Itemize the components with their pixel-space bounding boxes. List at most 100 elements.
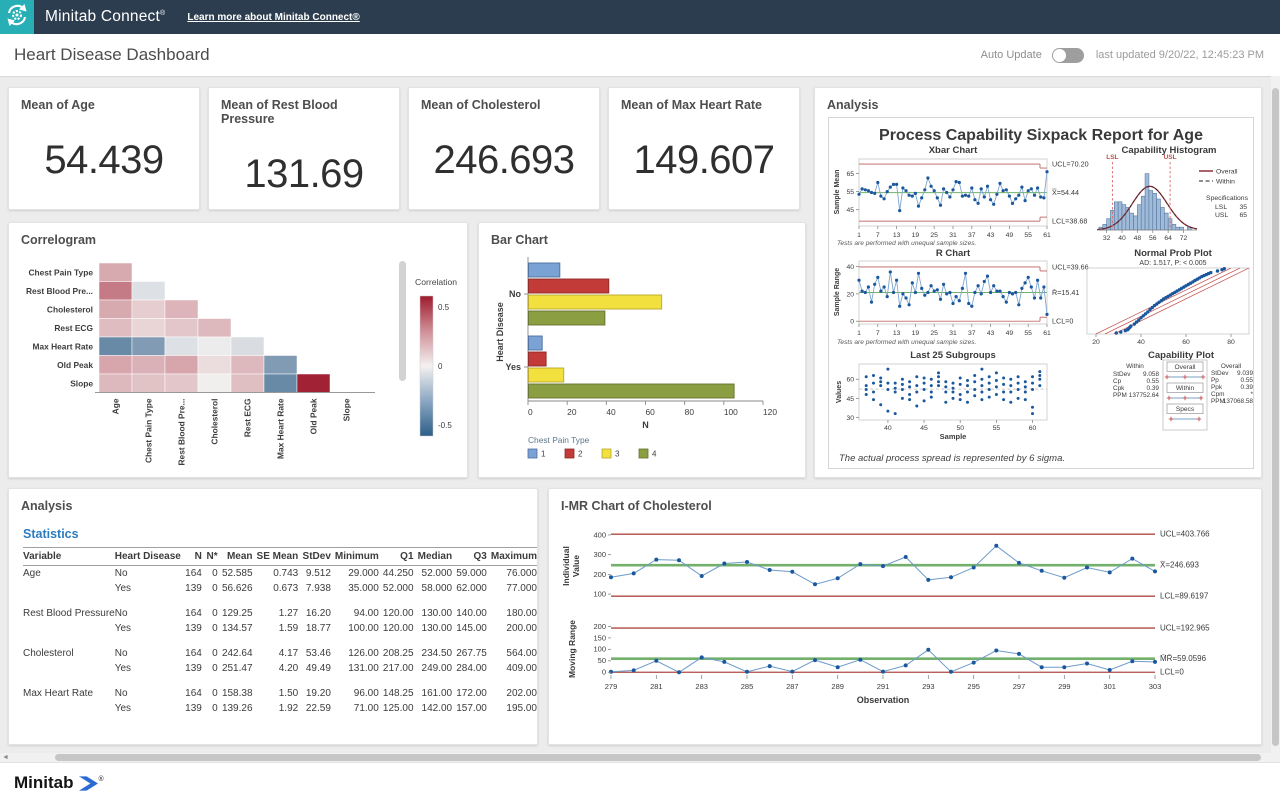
correlogram-heatmap: Chest Pain Type Rest Blood Pre... Choleste… [15, 249, 467, 480]
svg-text:LCL=38.68: LCL=38.68 [1052, 217, 1087, 226]
page-header: Heart Disease Dashboard Auto Update last… [0, 34, 1280, 77]
learn-more-link[interactable]: Learn more about Minitab Connect® [187, 12, 359, 23]
analysis-sixpack-panel: Analysis Process Capability Sixpack Repo… [814, 87, 1262, 478]
svg-text:Individual: Individual [561, 546, 571, 586]
table-spacer-row [23, 596, 537, 606]
svg-text:LSL: LSL [1215, 204, 1227, 211]
svg-text:Tests are performed with unequ: Tests are performed with unequal sample … [837, 339, 977, 346]
table-spacer-row [23, 676, 537, 686]
svg-text:295: 295 [967, 682, 980, 691]
svg-text:0: 0 [602, 668, 606, 677]
svg-text:100: 100 [593, 645, 606, 654]
svg-text:N: N [642, 420, 649, 430]
stats-col-header: N* [202, 548, 218, 566]
stats-col-header: Mean [218, 548, 253, 566]
svg-text:Overall: Overall [1175, 364, 1196, 371]
page-title: Heart Disease Dashboard [14, 45, 210, 65]
svg-text:Overall: Overall [1221, 363, 1241, 370]
svg-text:13: 13 [893, 232, 901, 239]
svg-text:1: 1 [857, 330, 861, 337]
svg-text:R Chart: R Chart [936, 248, 971, 259]
svg-text:0: 0 [438, 362, 443, 371]
svg-text:3: 3 [615, 450, 620, 459]
svg-text:400: 400 [593, 530, 606, 539]
auto-update-toggle[interactable] [1052, 48, 1084, 63]
svg-text:Rest Blood Pre...: Rest Blood Pre... [177, 399, 187, 466]
panel-title: Analysis [9, 489, 537, 513]
vertical-scrollbar[interactable] [1271, 76, 1280, 802]
heart-disease-bar-chart: NoYes020406080100120NHeart DiseaseChest … [487, 251, 799, 478]
svg-text:USL: USL [1215, 212, 1228, 219]
brand-name: Minitab Connect® [45, 8, 165, 26]
svg-text:4: 4 [652, 450, 657, 459]
svg-text:Max Heart Rate: Max Heart Rate [276, 398, 286, 459]
svg-text:0.55: 0.55 [1147, 378, 1160, 385]
svg-text:Chest Pain Type: Chest Pain Type [144, 398, 154, 463]
svg-text:X̿=54.44: X̿=54.44 [1051, 188, 1079, 197]
barchart-panel: Bar Chart NoYes020406080100120NHeart Dis… [478, 222, 806, 478]
kpi-card-mean-rbp: Mean of Rest Blood Pressure 131.69 [208, 87, 400, 210]
svg-text:13: 13 [893, 330, 901, 337]
svg-text:Overall: Overall [1216, 169, 1238, 176]
svg-text:Age: Age [111, 398, 121, 414]
svg-text:-0.5: -0.5 [438, 421, 452, 430]
svg-text:283: 283 [695, 682, 708, 691]
table-row: Yes1390251.474.2049.49131.00217.00249.00… [23, 661, 537, 676]
last-updated-text: last updated 9/20/22, 12:45:23 PM [1096, 49, 1264, 61]
imr-panel: I-MR Chart of Cholesterol 100200300400UC… [548, 488, 1262, 745]
svg-text:Cholesterol: Cholesterol [210, 399, 220, 445]
panel-title: Correlogram [9, 223, 467, 247]
stats-col-header: StDev [298, 548, 331, 566]
svg-text:55: 55 [1024, 330, 1032, 337]
svg-text:50: 50 [956, 425, 964, 432]
svg-text:40: 40 [1137, 339, 1145, 346]
svg-text:279: 279 [605, 682, 618, 691]
svg-text:Cholesterol: Cholesterol [47, 304, 93, 314]
kpi-card-mean-age: Mean of Age 54.439 [8, 87, 200, 210]
svg-text:0.39: 0.39 [1147, 385, 1160, 392]
svg-text:9.058: 9.058 [1143, 371, 1159, 378]
svg-text:60: 60 [1029, 425, 1037, 432]
svg-text:285: 285 [741, 682, 754, 691]
horizontal-scrollbar[interactable]: ◄ [0, 753, 1271, 762]
svg-text:Old Peak: Old Peak [57, 360, 93, 370]
stats-col-header: SE Mean [253, 548, 299, 566]
kpi-value: 54.439 [9, 138, 199, 183]
svg-text:65: 65 [846, 171, 854, 178]
svg-text:19: 19 [912, 330, 920, 337]
svg-text:Chest Pain Type: Chest Pain Type [528, 435, 590, 445]
svg-text:35: 35 [1239, 204, 1247, 211]
svg-text:72: 72 [1180, 235, 1188, 242]
svg-text:UCL=70.20: UCL=70.20 [1052, 159, 1089, 168]
stats-col-header: Maximum [487, 548, 537, 566]
analysis-stats-panel: Analysis Statistics VariableHeart Diseas… [8, 488, 538, 745]
horizontal-scroll-thumb[interactable] [55, 754, 1261, 761]
svg-text:1: 1 [857, 232, 861, 239]
sync-gear-icon [5, 3, 29, 32]
svg-text:20: 20 [567, 407, 577, 417]
svg-text:0.5: 0.5 [438, 303, 450, 312]
svg-text:0.39: 0.39 [1241, 384, 1253, 391]
svg-text:137068.58: 137068.58 [1223, 398, 1253, 405]
table-spacer-row [23, 636, 537, 646]
kpi-label: Mean of Age [9, 88, 199, 112]
svg-text:7: 7 [876, 232, 880, 239]
svg-text:303: 303 [1149, 682, 1162, 691]
svg-text:49: 49 [1006, 330, 1014, 337]
svg-text:UCL=39.66: UCL=39.66 [1052, 262, 1089, 271]
kpi-value: 149.607 [609, 138, 799, 183]
minitab-footer-logo: Minitab ® [14, 773, 104, 793]
svg-text:64: 64 [1164, 235, 1172, 242]
svg-text:40: 40 [606, 407, 616, 417]
stats-col-header: Variable [23, 548, 115, 566]
vertical-scroll-thumb[interactable] [1272, 88, 1279, 746]
svg-text:49: 49 [1006, 232, 1014, 239]
svg-text:StDev: StDev [1113, 371, 1131, 378]
svg-text:65: 65 [1239, 212, 1247, 219]
svg-text:56: 56 [1149, 235, 1157, 242]
kpi-label: Mean of Max Heart Rate [609, 88, 799, 112]
svg-text:200: 200 [593, 622, 606, 631]
scroll-left-arrow-icon[interactable]: ◄ [2, 754, 9, 761]
svg-text:100: 100 [593, 590, 606, 599]
kpi-card-mean-max-hr: Mean of Max Heart Rate 149.607 [608, 87, 800, 210]
